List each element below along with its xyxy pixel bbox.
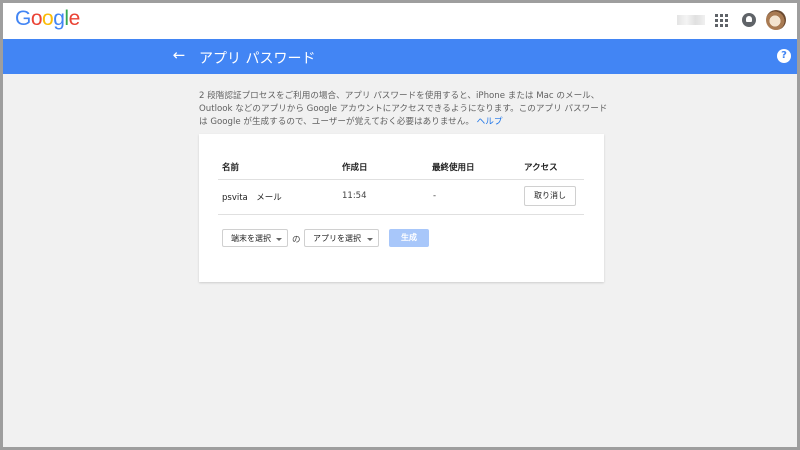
help-icon[interactable]: ?	[777, 49, 791, 63]
google-logo[interactable]: Google	[15, 7, 80, 31]
help-link[interactable]: ヘルプ	[477, 117, 503, 127]
row-name: psvita メール	[222, 193, 282, 203]
chevron-down-icon	[367, 238, 373, 241]
divider	[218, 214, 584, 215]
app-bar: ← アプリ パスワード ?	[3, 39, 797, 74]
row-last-used: -	[433, 191, 437, 201]
account-name-blurred	[677, 15, 705, 25]
app-select[interactable]: アプリを選択	[304, 229, 379, 247]
column-header-created: 作成日	[342, 163, 368, 173]
back-arrow-icon[interactable]: ←	[171, 47, 187, 63]
column-header-last-used: 最終使用日	[432, 163, 475, 173]
description-text: 2 段階認証プロセスをご利用の場合、アプリ パスワードを使用すると、iPhone…	[199, 91, 608, 127]
device-select[interactable]: 端末を選択	[222, 229, 288, 247]
column-header-access: アクセス	[524, 163, 558, 173]
top-header: Google	[3, 3, 797, 39]
of-label: の	[292, 235, 301, 245]
avatar[interactable]	[766, 10, 786, 30]
apps-grid-icon[interactable]	[715, 14, 729, 28]
divider	[218, 179, 584, 180]
revoke-button[interactable]: 取り消し	[524, 186, 576, 206]
browser-page: Google ← アプリ パスワード ? 2 段階認証プロセスをご利用の場合、ア…	[3, 3, 797, 447]
generate-button[interactable]: 生成	[389, 229, 429, 247]
app-passwords-card: 名前 作成日 最終使用日 アクセス psvita メール 11:54 - 取り消…	[199, 134, 604, 282]
column-header-name: 名前	[222, 163, 240, 173]
device-select-label: 端末を選択	[231, 234, 271, 243]
description: 2 段階認証プロセスをご利用の場合、アプリ パスワードを使用すると、iPhone…	[199, 90, 609, 129]
chevron-down-icon	[276, 238, 282, 241]
notifications-icon[interactable]	[742, 13, 756, 27]
page-title: アプリ パスワード	[199, 51, 316, 67]
app-select-label: アプリを選択	[313, 234, 361, 243]
row-created: 11:54	[342, 191, 367, 201]
